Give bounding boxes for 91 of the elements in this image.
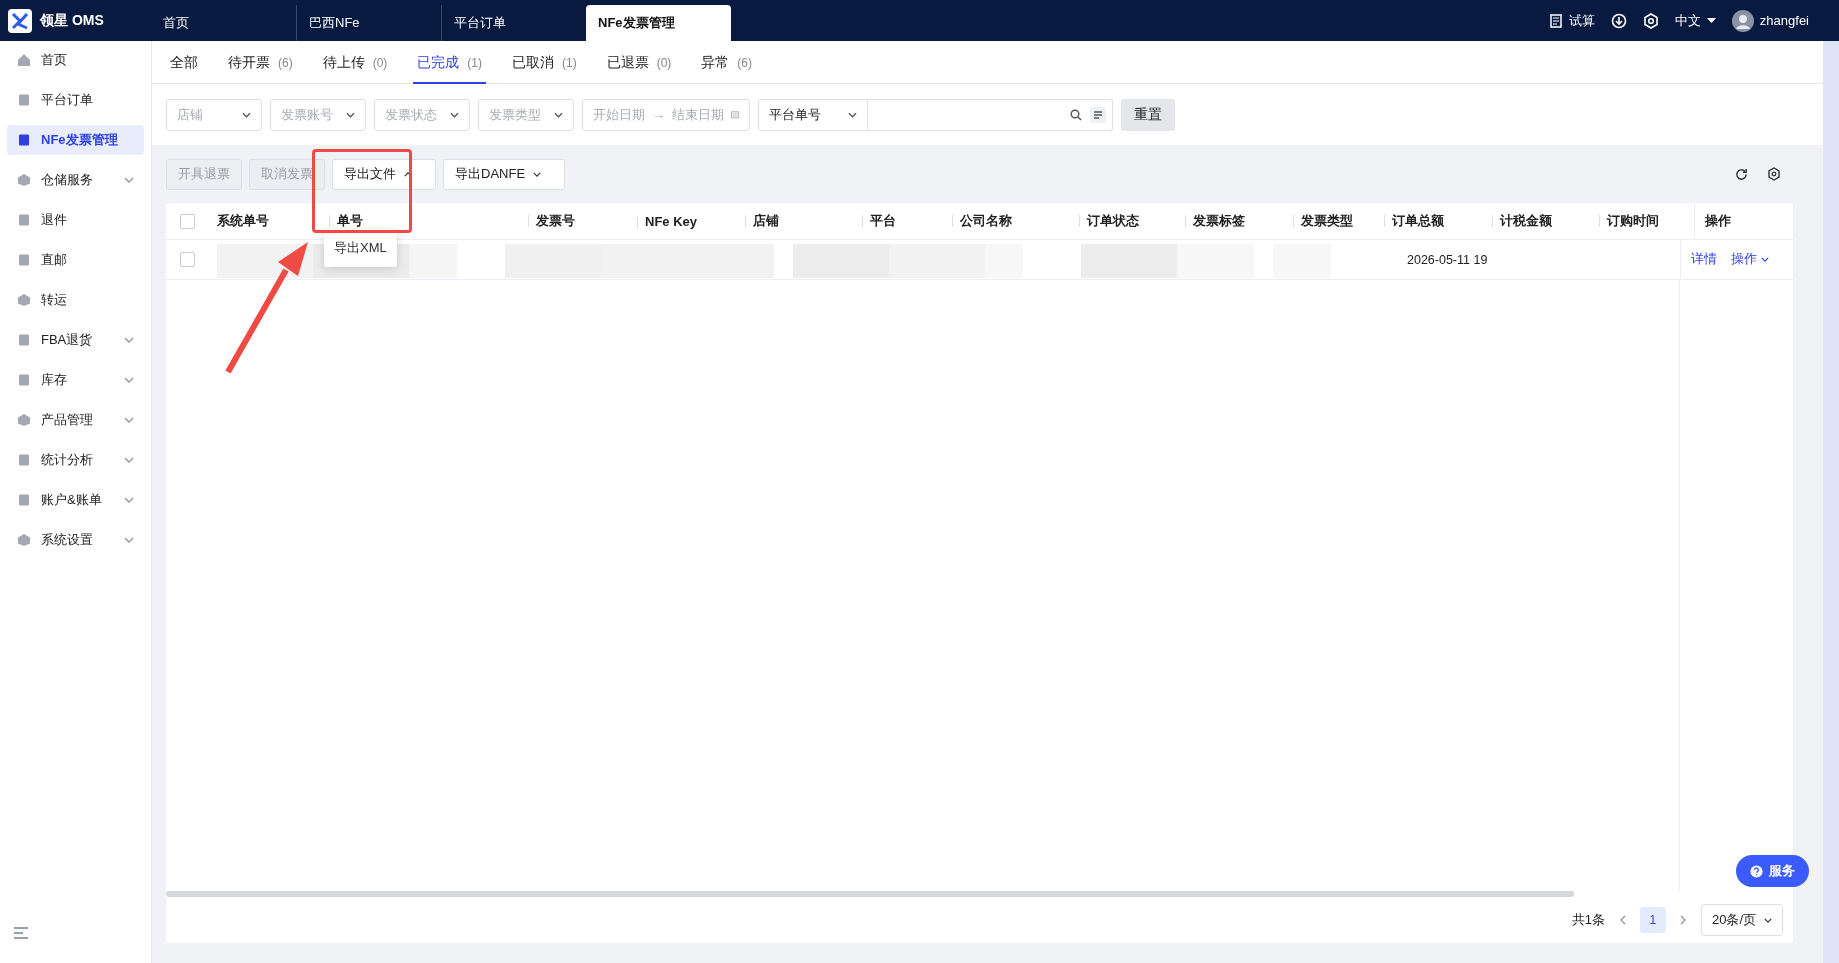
sidebar-item[interactable]: 退件: [7, 205, 144, 235]
operations-dropdown[interactable]: 操作: [1731, 251, 1769, 268]
chevron-down-icon: [554, 111, 563, 118]
sidebar-item[interactable]: 库存: [7, 365, 144, 395]
status-tab[interactable]: 全部: [166, 41, 202, 84]
page-tab[interactable]: 首页: [151, 5, 296, 41]
reset-button[interactable]: 重置: [1121, 98, 1175, 131]
column-header: 系统单号: [217, 213, 269, 228]
chevron-down-icon: [346, 111, 355, 118]
scrollbar[interactable]: [166, 891, 1574, 897]
dropdown-button[interactable]: 导出DANFE: [443, 158, 566, 190]
search-icon[interactable]: [1070, 108, 1082, 121]
total-count: 共1条: [1571, 911, 1605, 929]
row-checkbox[interactable]: [180, 252, 195, 267]
service-button[interactable]: 服务: [1736, 855, 1809, 887]
select-all-checkbox[interactable]: [180, 213, 195, 229]
sidebar-item[interactable]: 转运: [7, 285, 144, 315]
hexagon-icon: [17, 173, 31, 187]
sidebar-item[interactable]: 直邮: [7, 245, 144, 275]
status-tab[interactable]: 待开票 (6): [224, 41, 297, 84]
chevron-up-icon: [404, 171, 412, 177]
trial-button[interactable]: 试算: [1548, 11, 1595, 30]
chevron-down-icon: [242, 111, 251, 118]
column-header: 发票标签: [1193, 213, 1245, 228]
previous-page-icon[interactable]: [1618, 915, 1626, 925]
sidebar-item[interactable]: 系统设置: [7, 525, 144, 555]
hexagon-icon: [17, 413, 31, 427]
sidebar-item[interactable]: 仓储服务: [7, 165, 144, 195]
settings-icon[interactable]: [1642, 12, 1659, 29]
search-type-select[interactable]: 平台单号: [758, 98, 868, 131]
logo-icon: [8, 8, 32, 33]
brand-name: 领星 OMS: [40, 11, 104, 30]
sidebar-item[interactable]: 平台订单: [7, 85, 144, 115]
list-icon[interactable]: [1090, 106, 1106, 123]
home-icon: [17, 53, 31, 67]
caret-icon: [1706, 17, 1716, 24]
status-tab[interactable]: 已取消 (1): [508, 41, 581, 84]
page-button[interactable]: 1: [1639, 907, 1666, 933]
sidebar-item[interactable]: 产品管理: [7, 405, 144, 435]
search-field[interactable]: [868, 98, 1113, 131]
column-header: 发票号: [536, 213, 575, 228]
chevron-down-icon: [124, 537, 134, 543]
chevron-down-icon: [533, 171, 542, 177]
column-header: 单号: [337, 213, 363, 228]
menu-item[interactable]: 导出XML: [324, 235, 397, 261]
calendar-icon: [731, 109, 739, 120]
column-header: 订单状态: [1087, 213, 1139, 228]
sidebar-item[interactable]: 账户&账单: [7, 485, 144, 515]
hexagon-icon: [17, 293, 31, 307]
chevron-down-icon: [124, 177, 134, 183]
chevron-down-icon: [124, 497, 134, 503]
detail-link[interactable]: 详情: [1691, 251, 1717, 268]
user-name[interactable]: zhangfei: [1759, 13, 1809, 28]
chevron-down-icon: [124, 417, 134, 423]
page-tab[interactable]: NFe发票管理: [586, 5, 731, 41]
status-tab[interactable]: 待上传 (0): [318, 41, 392, 84]
column-header: 操作: [1705, 212, 1731, 230]
column-settings-icon[interactable]: [1767, 167, 1781, 181]
download-icon[interactable]: [1610, 12, 1627, 29]
chevron-down-icon: [124, 377, 134, 383]
language-select[interactable]: 中文: [1674, 11, 1716, 30]
chevron-down-icon: [1761, 257, 1769, 262]
sidebar-item[interactable]: 统计分析: [7, 445, 144, 475]
column-header: 订购时间: [1607, 213, 1659, 228]
refresh-icon[interactable]: [1735, 167, 1748, 181]
column-header: NFe Key: [645, 213, 698, 229]
table-cell-text: 2026-05-11 19: [1407, 252, 1489, 267]
chevron-down-icon: [1764, 917, 1772, 923]
chevron-down-icon: [848, 111, 857, 118]
status-tab[interactable]: 已退票 (0): [602, 41, 676, 84]
next-page-icon[interactable]: [1679, 915, 1687, 925]
column-header: 订单总额: [1392, 213, 1444, 228]
avatar-icon[interactable]: [1731, 9, 1754, 32]
sidebar-item[interactable]: FBA退货: [7, 325, 144, 355]
dropdown-button[interactable]: 导出文件: [332, 158, 436, 190]
menu-icon[interactable]: [14, 927, 28, 939]
chevron-down-icon: [124, 457, 134, 463]
column-header: 公司名称: [960, 213, 1012, 228]
calculator-icon: [1548, 13, 1563, 28]
status-tab[interactable]: 异常 (6): [697, 41, 757, 84]
column-header: 发票类型: [1301, 213, 1353, 228]
help-icon: [1750, 864, 1763, 878]
chevron-down-icon: [124, 337, 134, 343]
sidebar-item[interactable]: NFe发票管理: [7, 125, 144, 155]
page-size-select[interactable]: 20条/页: [1700, 904, 1783, 936]
column-header: 平台: [870, 213, 896, 228]
hexagon-icon: [17, 533, 31, 547]
chevron-down-icon: [450, 111, 459, 118]
sidebar-item[interactable]: 首页: [7, 45, 144, 75]
column-header: 店铺: [753, 213, 779, 228]
column-header: 计税金额: [1500, 213, 1552, 228]
